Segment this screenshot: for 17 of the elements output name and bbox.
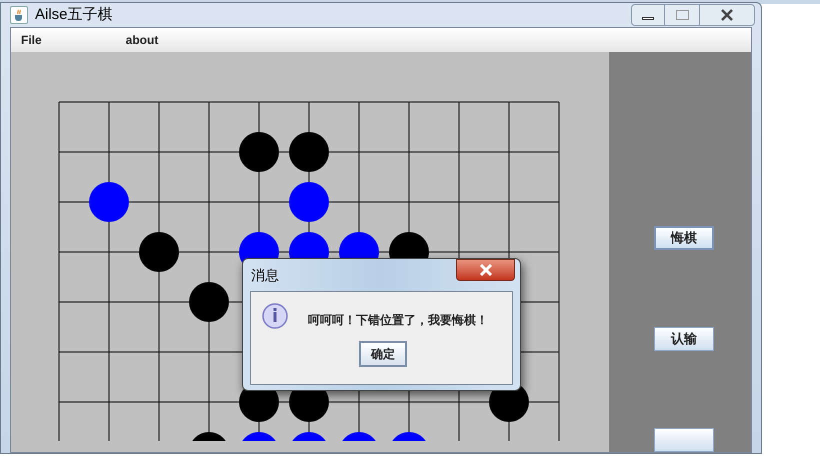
close-button[interactable] — [699, 4, 755, 26]
dialog-message: 呵呵呵！下错位置了，我要悔棋！ — [308, 312, 488, 329]
side-button[interactable]: 认输 — [654, 327, 714, 351]
java-cup-icon — [10, 6, 28, 24]
dialog-title: 消息 — [251, 266, 279, 284]
close-icon — [720, 9, 734, 21]
minimize-button[interactable] — [631, 4, 665, 26]
menu-item[interactable]: File — [21, 31, 42, 49]
maximize-icon — [676, 10, 688, 20]
ok-button[interactable]: 确定 — [359, 341, 407, 367]
close-button[interactable] — [456, 259, 515, 281]
menu-item[interactable]: about — [126, 31, 158, 49]
info-icon — [262, 303, 288, 329]
side-button[interactable]: 悔棋 — [654, 226, 714, 250]
window-title: Ailse五子棋 — [35, 4, 113, 25]
close-icon — [478, 264, 492, 276]
minimize-icon — [642, 17, 654, 20]
